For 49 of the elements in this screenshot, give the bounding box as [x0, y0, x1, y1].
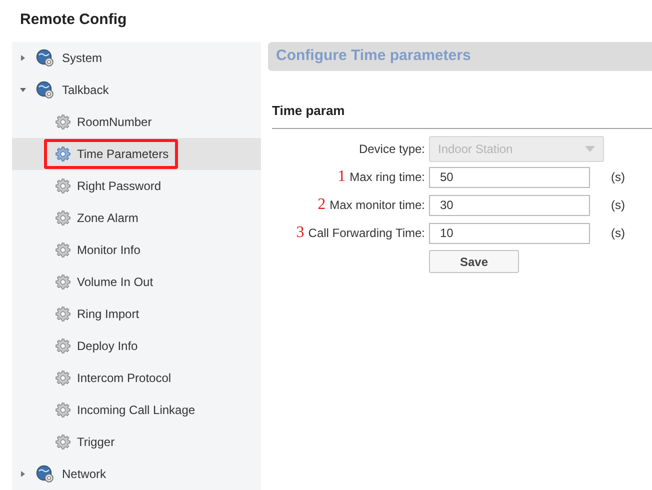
gear-icon	[55, 402, 71, 418]
annotation-number: 1	[338, 167, 346, 187]
save-button[interactable]: Save	[429, 250, 519, 273]
gear-icon	[55, 306, 71, 322]
gear-icon	[55, 114, 71, 130]
tree-item[interactable]: Right Password	[44, 171, 170, 201]
tree-item[interactable]: Intercom Protocol	[44, 363, 180, 393]
globe-gear-icon	[36, 81, 54, 99]
gear-icon	[55, 370, 71, 386]
caret-down-icon[interactable]	[19, 86, 27, 94]
tree-item[interactable]: System	[62, 49, 102, 67]
tree-item[interactable]: Deploy Info	[44, 331, 147, 361]
annotation-number: 3	[296, 223, 304, 243]
number-field[interactable]: 10	[429, 222, 590, 244]
section-title: Time param	[272, 103, 346, 119]
caret-right-icon[interactable]	[19, 54, 27, 62]
page-title: Remote Config	[20, 10, 127, 30]
field-label: Max monitor time:	[330, 197, 425, 214]
tree-item[interactable]: Talkback	[62, 81, 109, 99]
tree-item[interactable]: Zone Alarm	[44, 203, 148, 233]
unit-label: (s)	[611, 197, 625, 214]
tree-item[interactable]: Monitor Info	[44, 235, 150, 265]
tree-item[interactable]: RoomNumber	[44, 107, 161, 137]
selected-tree-item[interactable]: Time Parameters	[44, 139, 178, 169]
number-field[interactable]: 50	[429, 166, 590, 188]
caret-right-icon[interactable]	[19, 470, 27, 478]
tree-item[interactable]: Trigger	[44, 427, 124, 457]
globe-gear-icon	[36, 465, 54, 483]
field-label: Call Forwarding Time:	[308, 225, 425, 242]
gear-icon	[55, 274, 71, 290]
field-label: Device type:	[358, 141, 425, 158]
field-label: Max ring time:	[350, 169, 425, 186]
annotation-number: 2	[318, 195, 326, 215]
globe-gear-icon	[36, 49, 54, 67]
gear-icon	[55, 146, 71, 162]
tree-item[interactable]: Volume In Out	[44, 267, 162, 297]
tree-item[interactable]: Incoming Call Linkage	[44, 395, 204, 425]
unit-label: (s)	[611, 169, 625, 186]
unit-label: (s)	[611, 225, 625, 242]
gear-icon	[55, 178, 71, 194]
gear-icon	[55, 210, 71, 226]
number-field[interactable]: 30	[429, 194, 590, 216]
panel-title: Configure Time parameters	[276, 46, 471, 66]
gear-icon	[55, 338, 71, 354]
tree-item[interactable]: Network	[62, 465, 106, 483]
gear-icon	[55, 242, 71, 258]
tree-item[interactable]: Ring Import	[44, 299, 148, 329]
gear-icon	[55, 434, 71, 450]
dropdown-arrow-icon	[585, 146, 595, 152]
